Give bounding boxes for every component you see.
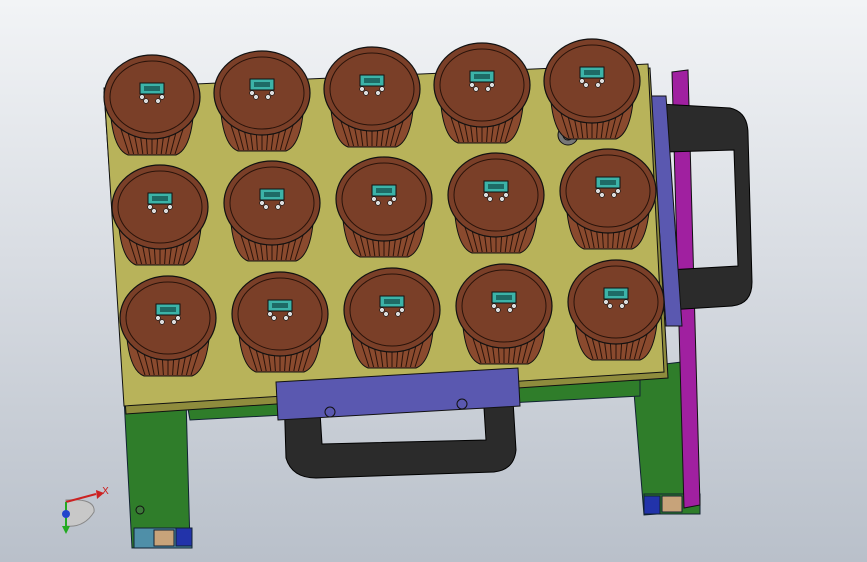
cup (103, 54, 201, 156)
cup (343, 267, 441, 369)
front-handle[interactable] (275, 367, 521, 479)
right-handle[interactable] (649, 95, 753, 327)
cup (119, 275, 217, 377)
x-axis-label: X (102, 486, 109, 497)
cup (447, 152, 545, 254)
cup-grid (103, 38, 665, 377)
triad-sphere (65, 499, 95, 527)
cup (543, 38, 641, 140)
cup (323, 46, 421, 148)
cup (223, 160, 321, 262)
cup (559, 148, 657, 250)
cad-viewport[interactable]: X (0, 0, 867, 562)
coordinate-triad: X (62, 486, 109, 534)
frame-left-leg (123, 397, 191, 549)
right-foot-block (661, 495, 683, 513)
cup (111, 164, 209, 266)
cup (335, 156, 433, 258)
cup (433, 42, 531, 144)
left-foot-block (153, 529, 175, 547)
right-foot-cap (643, 495, 661, 515)
cup (567, 259, 665, 361)
frame-bolt (135, 505, 145, 515)
cup (213, 50, 311, 152)
cup (231, 271, 329, 373)
cup (455, 263, 553, 365)
z-axis-dot (62, 510, 70, 518)
left-foot-cap (175, 527, 193, 547)
